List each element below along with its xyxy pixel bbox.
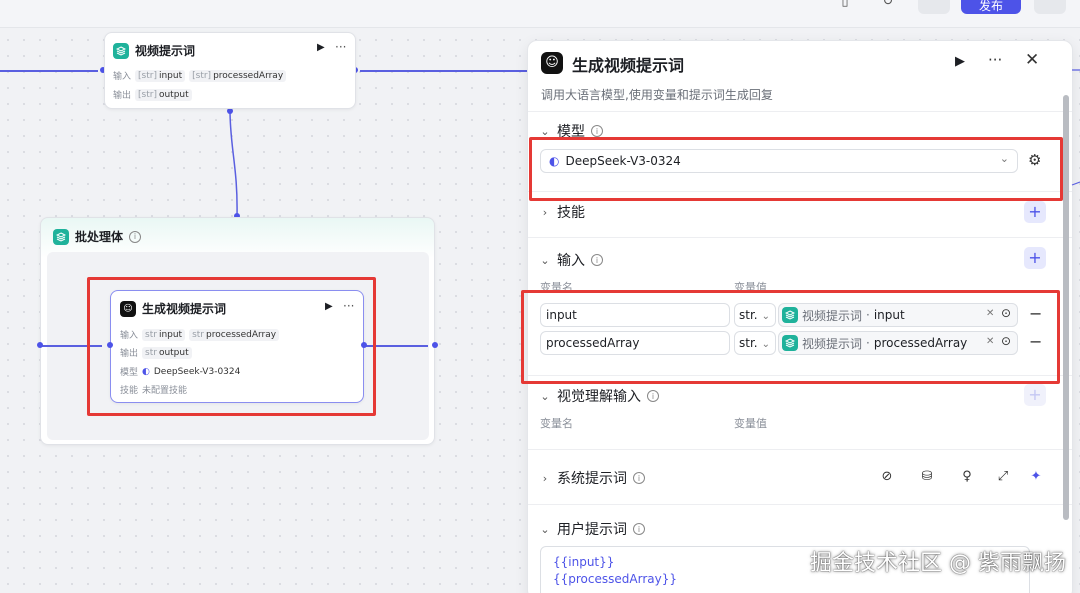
info-icon[interactable]: i [633, 472, 645, 484]
compass-icon[interactable]: ⊘ [879, 469, 895, 484]
section-skill[interactable]: › 技能 [539, 202, 585, 222]
library-icon[interactable]: ⛁ [919, 469, 935, 484]
section-input[interactable]: ⌄ 输入 i [539, 250, 603, 270]
edge-out-top [360, 70, 527, 72]
section-vision-input[interactable]: ⌄ 视觉理解输入 i [539, 386, 659, 406]
divider [528, 449, 1072, 450]
robot-icon: ☺ [541, 52, 563, 74]
section-user-prompt[interactable]: ⌄ 用户提示词 i [539, 519, 645, 539]
highlight-node [87, 277, 376, 416]
section-label: 系统提示词 [557, 471, 627, 487]
top-toolbar: ▯ ↻ 发布 [0, 0, 1080, 28]
watermark: 掘金技术社区 @ 紫雨飘扬 [810, 551, 1066, 576]
layers-icon [53, 228, 69, 245]
more-icon[interactable]: ··· [335, 40, 346, 54]
chevron-down-icon: ⌄ [540, 389, 550, 403]
edge-panel-right [1071, 69, 1080, 186]
panel-title[interactable]: 生成视频提示词 [572, 52, 684, 76]
section-label: 输入 [557, 253, 585, 269]
run-icon[interactable]: ▶ [317, 42, 325, 53]
layers-icon [113, 42, 129, 59]
info-icon[interactable]: i [647, 390, 659, 402]
panel-scrollbar[interactable] [1063, 95, 1069, 520]
input-tag: [str] input [135, 69, 186, 82]
bulb-icon[interactable]: ♀ [959, 469, 975, 484]
output-tag: [str] output [135, 88, 192, 101]
port-inner-right[interactable] [432, 342, 438, 348]
col-value-label: 变量值 [734, 417, 767, 430]
more-button[interactable] [1034, 0, 1066, 14]
add-skill-button[interactable]: + [1024, 201, 1046, 223]
highlight-inputs [521, 290, 1060, 384]
highlight-model [529, 137, 1063, 201]
info-icon[interactable]: i [129, 230, 142, 243]
divider [528, 504, 1072, 505]
run-icon[interactable]: ▶ [955, 54, 965, 69]
section-system-prompt[interactable]: › 系统提示词 i [539, 468, 645, 488]
close-icon[interactable]: ✕ [1025, 50, 1039, 70]
port-inner-left[interactable] [37, 342, 43, 348]
info-icon[interactable]: i [591, 125, 603, 137]
chevron-down-icon: ⌄ [540, 124, 550, 138]
section-label: 用户提示词 [557, 522, 627, 538]
chevron-right-icon: › [542, 471, 548, 485]
more-icon[interactable]: ··· [988, 51, 1002, 69]
publish-button[interactable]: 发布 [961, 0, 1021, 14]
sparkle-icon[interactable]: ✦ [1028, 469, 1044, 484]
output-label: 输出 [113, 91, 132, 101]
info-icon[interactable]: i [591, 254, 603, 266]
section-label: 技能 [557, 205, 585, 221]
node-video-prompt[interactable]: 视频提示词 ▶ ··· 输入 [str] input [str] processed… [104, 32, 356, 109]
refresh-icon[interactable]: ↻ [878, 0, 898, 14]
edge-vertical [227, 108, 240, 219]
divider [528, 237, 1072, 238]
input-tag: [str] processedArray [189, 69, 287, 82]
batch-title: 批处理体 [75, 230, 124, 244]
add-vision-input-button[interactable]: + [1024, 384, 1046, 406]
copy-button[interactable] [918, 0, 950, 14]
phone-icon[interactable]: ▯ [835, 0, 855, 14]
chevron-right-icon: › [542, 205, 548, 219]
chevron-down-icon: ⌄ [540, 522, 550, 536]
section-label: 视觉理解输入 [557, 389, 641, 405]
add-input-button[interactable]: + [1024, 247, 1046, 269]
col-name-label: 变量名 [540, 417, 573, 430]
input-label: 输入 [113, 72, 132, 82]
info-icon[interactable]: i [633, 523, 645, 535]
chevron-down-icon: ⌄ [540, 253, 550, 267]
expand-icon[interactable]: ⤢ [995, 469, 1011, 484]
edge-in-top [0, 70, 98, 72]
node-title: 视频提示词 [135, 44, 196, 58]
divider [528, 111, 1072, 112]
panel-subtitle: 调用大语言模型,使用变量和提示词生成回复 [541, 88, 773, 102]
